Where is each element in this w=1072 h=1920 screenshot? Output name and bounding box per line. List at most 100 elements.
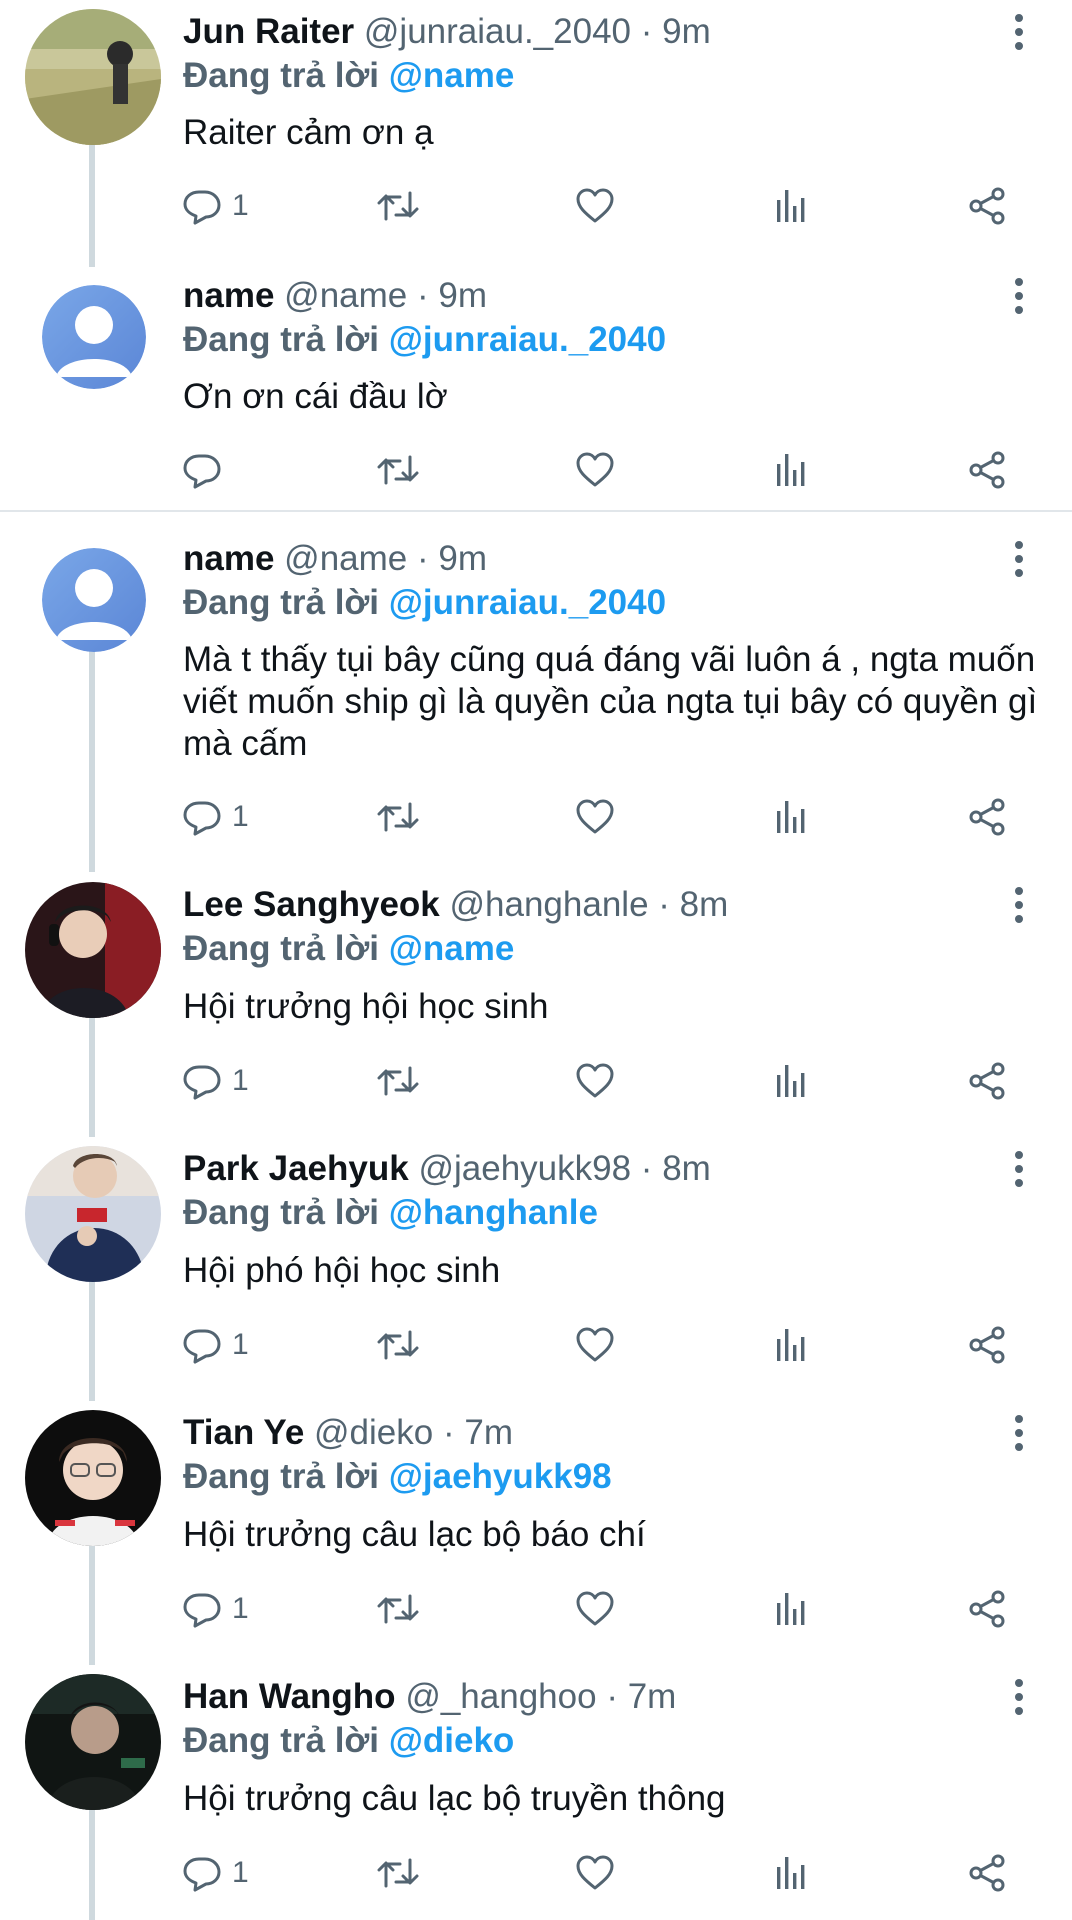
retweet-button[interactable] [376,1847,420,1899]
tweet-header: Park Jaehyuk @jaehyukk98 · 8m [183,1146,711,1192]
timestamp[interactable]: 9m [438,539,487,578]
retweet-button[interactable] [376,1583,420,1635]
share-button[interactable] [967,1319,1007,1371]
avatar[interactable] [25,1146,161,1282]
views-button[interactable] [772,1583,812,1635]
avatar[interactable] [25,882,161,1018]
analytics-icon [772,450,812,490]
author-name[interactable]: name [183,539,274,578]
retweet-button[interactable] [376,180,420,232]
views-button[interactable] [772,1055,812,1107]
mention-link[interactable]: @name [389,929,515,968]
avatar[interactable] [25,1410,161,1546]
more-vertical-icon [1004,1146,1034,1192]
like-button[interactable] [575,1847,615,1899]
views-button[interactable] [772,1319,812,1371]
more-options-button[interactable] [1004,882,1034,928]
replying-to: Đang trả lời @hanghanle [183,1191,598,1235]
separator: · [640,1149,653,1188]
author-handle[interactable]: @hanghanle [450,885,649,924]
reply-button[interactable]: 1 [182,1847,249,1899]
action-bar: 1 [180,1583,1030,1635]
author-name[interactable]: name [183,276,274,315]
retweet-button[interactable] [376,1319,420,1371]
replying-to: Đang trả lời @junraiau._2040 [183,581,666,625]
share-button[interactable] [967,1055,1007,1107]
reply-icon [182,1061,222,1101]
timestamp[interactable]: 8m [680,885,729,924]
like-button[interactable] [575,1319,615,1371]
timestamp[interactable]: 9m [662,12,711,51]
retweet-button[interactable] [376,791,420,843]
timestamp[interactable]: 9m [438,276,487,315]
reply-button[interactable]: 1 [182,1583,249,1635]
more-vertical-icon [1004,1674,1034,1720]
share-button[interactable] [967,444,1007,496]
like-button[interactable] [575,1583,615,1635]
share-icon [967,1061,1007,1101]
author-handle[interactable]: @name [284,539,407,578]
like-button[interactable] [575,1055,615,1107]
views-button[interactable] [772,180,812,232]
tweet-header: name @name · 9m [183,536,487,582]
like-button[interactable] [575,180,615,232]
author-name[interactable]: Lee Sanghyeok [183,885,440,924]
action-bar: 1 [180,1055,1030,1107]
share-button[interactable] [967,180,1007,232]
reply-button[interactable]: 1 [182,180,249,232]
more-options-button[interactable] [1004,1410,1034,1456]
author-handle[interactable]: @name [284,276,407,315]
share-icon [967,1325,1007,1365]
avatar[interactable] [25,9,161,145]
mention-link[interactable]: @junraiau._2040 [389,320,666,359]
mention-link[interactable]: @dieko [389,1721,515,1760]
share-button[interactable] [967,1583,1007,1635]
reply-button[interactable] [182,444,232,496]
more-options-button[interactable] [1004,1674,1034,1720]
share-button[interactable] [967,791,1007,843]
author-name[interactable]: Han Wangho [183,1677,396,1716]
author-handle[interactable]: @_hanghoo [405,1677,596,1716]
heart-icon [575,1325,615,1365]
author-name[interactable]: Park Jaehyuk [183,1149,409,1188]
author-handle[interactable]: @jaehyukk98 [418,1149,631,1188]
reply-button[interactable]: 1 [182,1319,249,1371]
mention-link[interactable]: @name [389,56,515,95]
retweet-icon [376,1589,420,1629]
more-options-button[interactable] [1004,536,1034,582]
mention-link[interactable]: @hanghanle [389,1193,598,1232]
share-button[interactable] [967,1847,1007,1899]
avatar[interactable] [42,285,146,389]
heart-icon [575,186,615,226]
more-options-button[interactable] [1004,9,1034,55]
reply-count: 1 [232,800,249,833]
views-button[interactable] [772,444,812,496]
author-handle[interactable]: @junraiau._2040 [364,12,631,51]
replying-label: Đang trả lời [183,929,380,968]
avatar[interactable] [25,1674,161,1810]
reply-count: 1 [232,1064,249,1097]
heart-icon [575,1061,615,1101]
retweet-button[interactable] [376,1055,420,1107]
more-options-button[interactable] [1004,1146,1034,1192]
author-name[interactable]: Jun Raiter [183,12,354,51]
thread-line [89,648,95,872]
views-button[interactable] [772,1847,812,1899]
mention-link[interactable]: @jaehyukk98 [389,1457,612,1496]
mention-link[interactable]: @junraiau._2040 [389,583,666,622]
replying-label: Đang trả lời [183,583,380,622]
more-options-button[interactable] [1004,273,1034,319]
like-button[interactable] [575,444,615,496]
views-button[interactable] [772,791,812,843]
timestamp[interactable]: 7m [628,1677,677,1716]
heart-icon [575,1853,615,1893]
author-name[interactable]: Tian Ye [183,1413,304,1452]
retweet-button[interactable] [376,444,420,496]
author-handle[interactable]: @dieko [314,1413,433,1452]
timestamp[interactable]: 8m [662,1149,711,1188]
avatar[interactable] [42,548,146,652]
reply-button[interactable]: 1 [182,791,249,843]
timestamp[interactable]: 7m [464,1413,513,1452]
like-button[interactable] [575,791,615,843]
reply-button[interactable]: 1 [182,1055,249,1107]
